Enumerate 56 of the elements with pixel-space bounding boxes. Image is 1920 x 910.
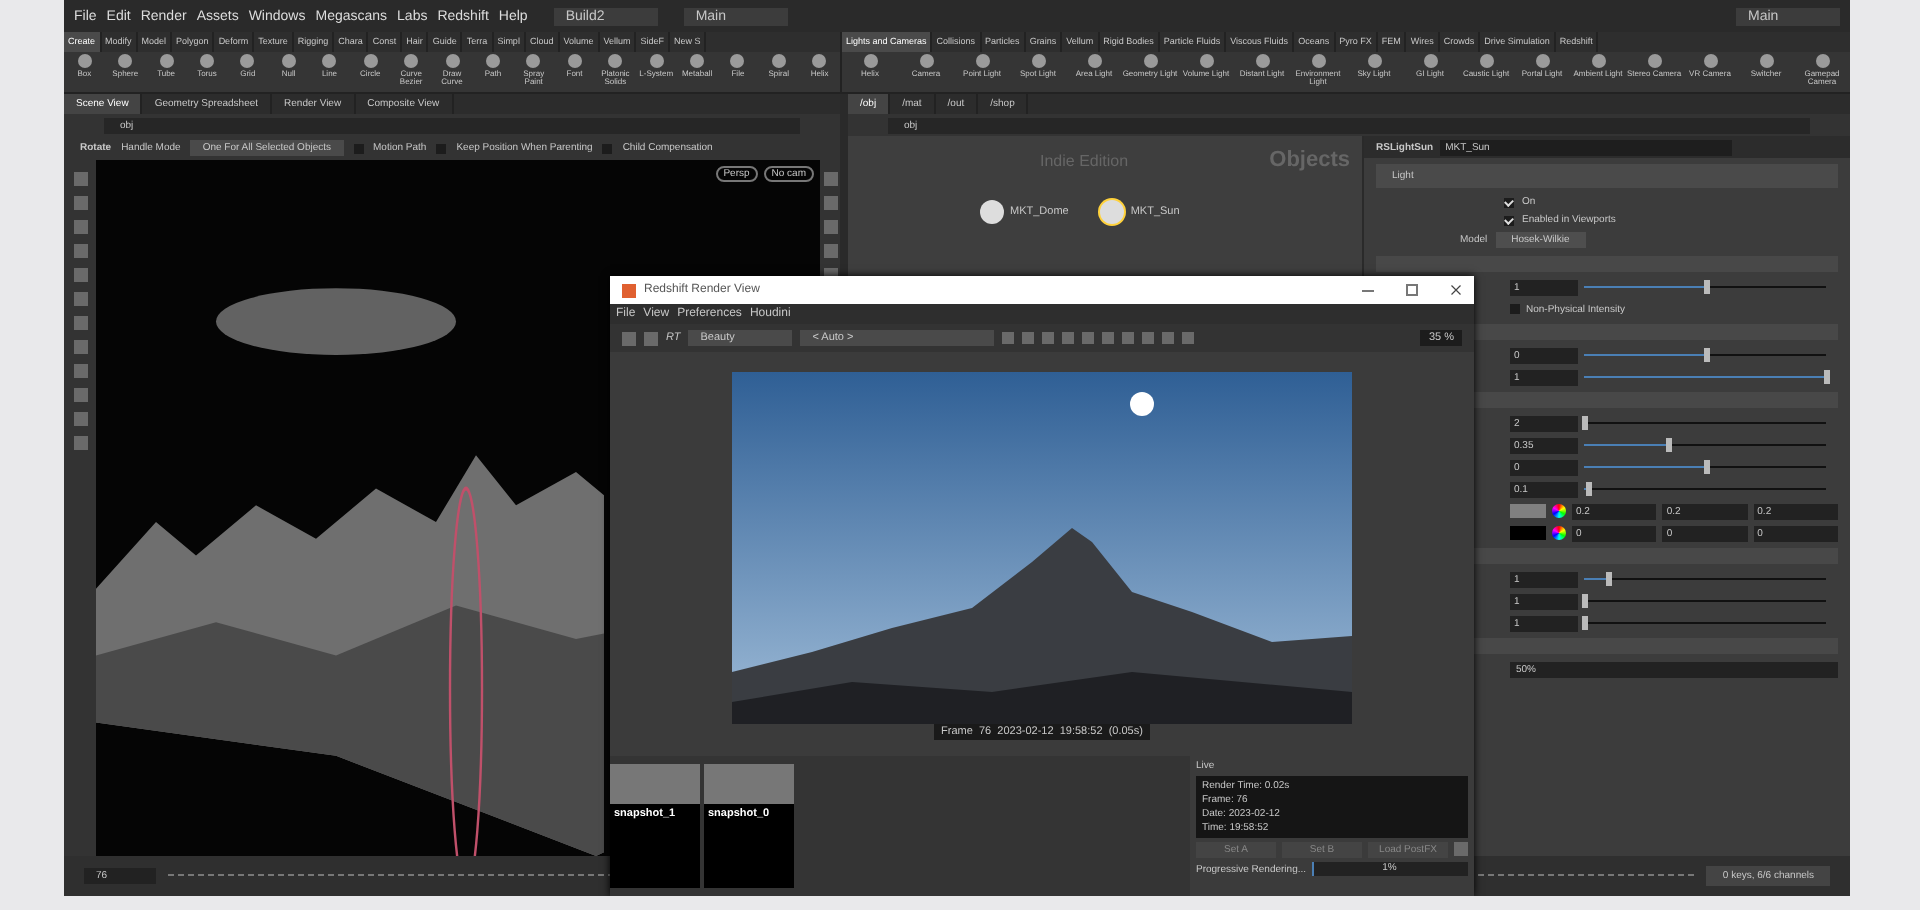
dot-icon (1423, 54, 1437, 68)
dot-icon (199, 54, 214, 68)
slider-thumb[interactable] (1703, 280, 1709, 294)
dot-icon (690, 54, 705, 68)
dot-icon (1143, 54, 1157, 68)
dot-icon (322, 54, 337, 68)
dot-icon (608, 54, 623, 68)
dot-icon (1199, 54, 1213, 68)
dot-icon (77, 54, 92, 68)
dot-icon (1759, 54, 1773, 68)
dot-icon (1255, 54, 1269, 68)
dot-icon (1815, 54, 1829, 68)
dot-icon (118, 54, 133, 68)
dot-icon (240, 54, 255, 68)
dot-icon (649, 54, 664, 68)
dot-icon (730, 54, 745, 68)
slider-thumb[interactable] (1582, 616, 1588, 630)
dot-icon (485, 54, 500, 68)
dot-icon (919, 54, 933, 68)
dot-icon (1311, 54, 1325, 68)
dot-icon (281, 54, 296, 68)
dot-icon (1703, 54, 1717, 68)
slider-thumb[interactable] (1703, 460, 1709, 474)
maximize-icon[interactable] (1406, 284, 1418, 296)
dot-icon (771, 54, 786, 68)
color-swatch[interactable] (1510, 526, 1546, 540)
dot-icon (526, 54, 541, 68)
slider-thumb[interactable] (1824, 370, 1830, 384)
dot-icon (1591, 54, 1605, 68)
checkbox[interactable] (1504, 215, 1514, 225)
slider-thumb[interactable] (1582, 594, 1588, 608)
dot-icon (404, 54, 419, 68)
color-swatch[interactable] (1510, 504, 1546, 518)
dot-icon (975, 54, 989, 68)
close-icon[interactable] (1450, 284, 1462, 296)
slider-thumb[interactable] (1666, 438, 1673, 452)
dot-icon (1479, 54, 1493, 68)
dot-icon (1087, 54, 1101, 68)
dot-icon (1535, 54, 1549, 68)
dot-icon (445, 54, 459, 68)
checkbox[interactable] (1504, 197, 1514, 207)
checkbox[interactable] (1510, 304, 1520, 314)
slider-thumb[interactable] (1582, 416, 1588, 430)
slider-thumb[interactable] (1606, 572, 1613, 586)
dot-icon (812, 54, 827, 68)
dot-icon (567, 54, 582, 68)
slider-thumb[interactable] (1703, 348, 1709, 362)
minimize-icon[interactable] (1362, 289, 1374, 291)
dot-icon (863, 54, 877, 68)
dot-icon (1647, 54, 1661, 68)
app-logo-icon (622, 283, 636, 297)
dot-icon (363, 54, 378, 68)
slider-thumb[interactable] (1586, 482, 1593, 496)
dot-icon (1367, 54, 1381, 68)
dot-icon (1031, 54, 1045, 68)
dot-icon (159, 54, 174, 68)
